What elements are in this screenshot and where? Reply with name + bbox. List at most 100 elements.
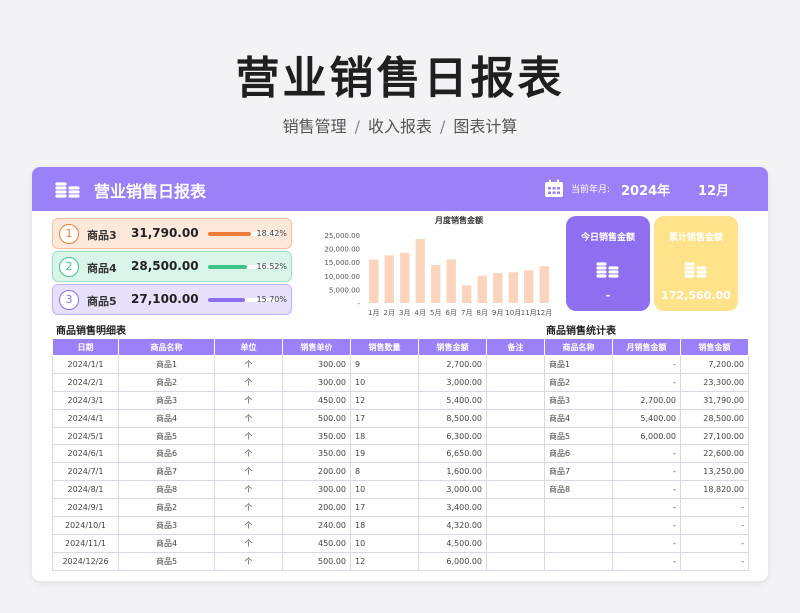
table-cell: [486, 444, 545, 464]
table-row: 2024/8/1 商品8 个 300.00 10 3,000.00: [52, 480, 545, 500]
table-cell: 商品4: [544, 408, 613, 428]
chart-bar: [369, 259, 379, 303]
table-cell: 2024/10/1: [52, 516, 119, 535]
table-cell: 2024/5/1: [52, 426, 119, 446]
table-row: 商品7-13,250.00: [544, 462, 749, 482]
chart-bar: [493, 273, 503, 303]
table-row: 2024/10/1 商品3 个 240.00 18 4,320.00: [52, 516, 545, 535]
table-cell: 商品8: [544, 480, 613, 500]
table-cell: 3,400.00: [418, 498, 487, 518]
x-tick-label: 6月: [446, 309, 457, 317]
table-row: --: [544, 516, 749, 535]
table-cell: 个: [214, 390, 283, 410]
x-tick-label: 12月: [536, 309, 552, 317]
table-cell: 5,400.00: [612, 408, 681, 428]
table-cell: 2024/9/1: [52, 498, 119, 518]
x-tick-label: 3月: [399, 309, 410, 317]
table-row: 2024/4/1 商品4 个 500.00 17 8,500.00: [52, 408, 545, 428]
table-cell: 商品2: [118, 498, 215, 518]
kpi-total: 累计销售金额 172,560.00: [654, 216, 738, 311]
table-cell: 1,600.00: [418, 462, 487, 482]
table-cell: 5,400.00: [418, 390, 487, 410]
table-row: 2024/7/1 商品7 个 200.00 8 1,600.00: [52, 462, 545, 482]
table-cell: 商品8: [118, 480, 215, 500]
table-cell: [486, 516, 545, 535]
table-cell: 商品2: [118, 372, 215, 392]
table-row: 商品3 2,700.00 31,790.00: [544, 390, 749, 410]
table-cell: 19: [350, 444, 419, 464]
table-cell: 300.00: [282, 372, 351, 392]
table-column-header: 月销售金额: [612, 338, 681, 356]
y-tick-label: 25,000.00: [324, 232, 360, 240]
table-row: 2024/2/1 商品2 个 300.00 10 3,000.00: [52, 372, 545, 392]
chart-bar: [524, 270, 534, 303]
report-card: 营业销售日报表 当前年月: 2024年 12月 1 商品3 31,790.00 18.…: [32, 167, 768, 581]
y-tick-label: 10,000.00: [324, 273, 360, 281]
page-subtitle: 销售管理 / 收入报表 / 图表计算: [0, 113, 800, 137]
table-cell: 4,320.00: [418, 516, 487, 535]
coins-icon: [595, 261, 620, 278]
x-tick-label: 8月: [477, 309, 488, 317]
rank-card: 1 商品3 31,790.00 18.42%: [52, 218, 292, 249]
y-tick-label: -: [357, 300, 360, 308]
table-cell: 个: [214, 462, 283, 482]
table-cell: -: [612, 533, 681, 553]
table-cell: 商品5: [118, 426, 215, 446]
table-cell: 8,500.00: [418, 408, 487, 428]
table-column-header: 商品名称: [118, 338, 215, 356]
table-cell: 350.00: [282, 426, 351, 446]
table-cell: 200.00: [282, 498, 351, 518]
table-cell: 个: [214, 533, 283, 553]
kpi-total-value: 172,560.00: [661, 289, 731, 302]
date-label: 当前年月:: [571, 185, 611, 195]
table-cell: -: [612, 551, 681, 571]
table-cell: -: [612, 372, 681, 392]
kpi-total-label: 累计销售金额: [668, 233, 723, 243]
table-cell: -: [612, 498, 681, 518]
kpi-today-value: -: [605, 289, 611, 302]
table-cell: 4,500.00: [418, 533, 487, 553]
stats-table-header: 商品名称 月销售金额 销售金额: [544, 338, 749, 356]
table-cell: 300.00: [282, 355, 351, 374]
chart-bar: [477, 275, 487, 303]
table-cell: -: [612, 462, 681, 482]
table-cell: 2024/7/1: [52, 462, 119, 482]
table-cell: 23,300.00: [680, 372, 749, 392]
rank-card: 3 商品5 27,100.00 15.70%: [52, 284, 292, 315]
table-cell: 3,000.00: [418, 372, 487, 392]
table-cell: 商品4: [118, 533, 215, 553]
table-cell: -: [612, 444, 681, 464]
table-cell: 个: [214, 480, 283, 500]
table-row: 2024/9/1 商品2 个 200.00 17 3,400.00: [52, 498, 545, 518]
table-row: 商品8-18,820.00: [544, 480, 749, 500]
table-cell: 商品3: [544, 390, 613, 410]
table-cell: 2,700.00: [418, 355, 487, 374]
table-column-header: 日期: [52, 338, 119, 356]
table-cell: 个: [214, 426, 283, 446]
table-cell: 6,000.00: [418, 551, 487, 571]
table-cell: [544, 516, 613, 535]
table-cell: [486, 462, 545, 482]
table-cell: 3,000.00: [418, 480, 487, 500]
table-column-header: 销售金额: [680, 338, 749, 356]
table-cell: 商品6: [544, 444, 613, 464]
rank-bar-fill: [208, 298, 245, 302]
chart-bar: [415, 239, 425, 303]
table-cell: 商品4: [118, 408, 215, 428]
y-tick-label: 15,000.00: [324, 259, 360, 267]
rank-bar-fill: [208, 265, 247, 269]
table-cell: -: [612, 516, 681, 535]
table-cell: 28,500.00: [680, 408, 749, 428]
chart-bar: [431, 264, 441, 303]
table-cell: 18,820.00: [680, 480, 749, 500]
table-cell: 6,300.00: [418, 426, 487, 446]
detail-table: 日期 商品名称 单位 销售单价 销售数量 销售金额 备注 2024/1/1 商品1 个 300.0…: [52, 338, 545, 571]
table-row: --: [544, 498, 749, 518]
table-cell: [486, 498, 545, 518]
rank-number: 3: [59, 290, 79, 310]
table-cell: [544, 533, 613, 553]
table-row: --: [544, 533, 749, 553]
monthly-sales-chart: 月度销售金额 25,000.00 20,000.00 15,000.00 10,000.…: [296, 215, 558, 323]
table-cell: [544, 498, 613, 518]
table-cell: 31,790.00: [680, 390, 749, 410]
